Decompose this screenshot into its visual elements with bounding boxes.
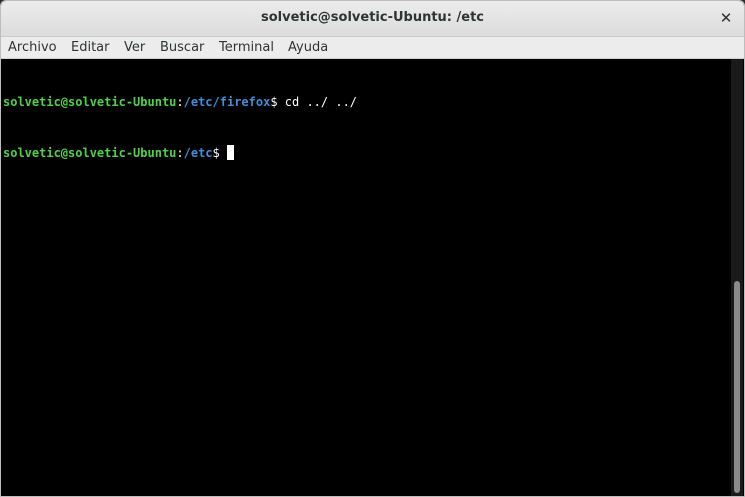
prompt-symbol: $ — [270, 95, 278, 109]
menu-editar[interactable]: Editar — [71, 40, 110, 55]
terminal-window: solvetic@solvetic-Ubuntu: /etc ✕ Archivo… — [0, 0, 745, 497]
close-icon[interactable]: ✕ — [718, 9, 734, 27]
terminal-output[interactable]: solvetic@solvetic-Ubuntu:/etc/firefox$ c… — [1, 59, 732, 496]
window-title: solvetic@solvetic-Ubuntu: /etc — [260, 10, 485, 25]
prompt-user-host: solvetic@solvetic-Ubuntu — [3, 146, 177, 160]
menu-buscar[interactable]: Buscar — [160, 40, 204, 55]
prompt-separator: : — [176, 146, 184, 160]
terminal-line: solvetic@solvetic-Ubuntu:/etc$ — [3, 145, 732, 162]
prompt-symbol: $ — [212, 146, 220, 160]
terminal-line: solvetic@solvetic-Ubuntu:/etc/firefox$ c… — [3, 94, 732, 111]
menu-terminal[interactable]: Terminal — [219, 40, 274, 55]
prompt-path: /etc — [183, 146, 213, 160]
menu-archivo[interactable]: Archivo — [8, 40, 57, 55]
menu-bar: Archivo Editar Ver Buscar Terminal Ayuda — [1, 37, 744, 59]
command-text — [220, 146, 227, 160]
text-cursor — [227, 145, 234, 160]
prompt-separator: : — [176, 95, 184, 109]
vertical-scrollbar[interactable] — [731, 59, 743, 496]
command-text: cd ../ ../ — [277, 95, 358, 109]
title-bar[interactable]: solvetic@solvetic-Ubuntu: /etc ✕ — [1, 1, 744, 37]
prompt-path: /etc/firefox — [183, 95, 271, 109]
scrollbar-thumb[interactable] — [734, 281, 740, 493]
prompt-user-host: solvetic@solvetic-Ubuntu — [3, 95, 177, 109]
menu-ayuda[interactable]: Ayuda — [288, 40, 328, 55]
menu-ver[interactable]: Ver — [124, 40, 145, 55]
